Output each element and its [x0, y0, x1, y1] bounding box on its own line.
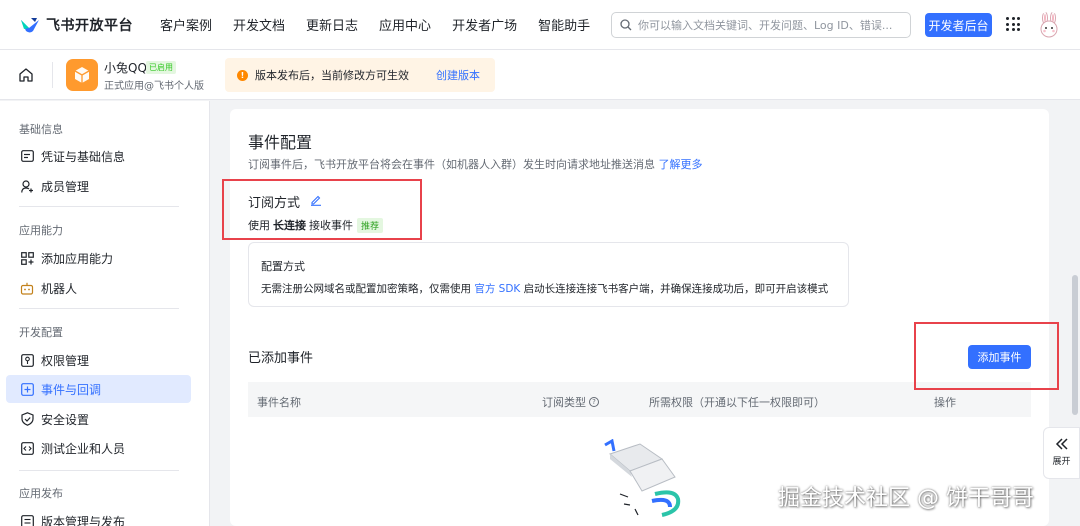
app-name: 小兔QQ — [104, 61, 147, 75]
nav-app-center[interactable]: 应用中心 — [379, 15, 431, 34]
col-subscribe-type: 订阅类型 ? — [542, 394, 599, 410]
app-grid-icon[interactable] — [1006, 17, 1020, 31]
sidebar: 基础信息 凭证与基础信息 成员管理 应用能力 添加应用能力 机器人 开发配置 权… — [0, 101, 210, 526]
event-icon — [20, 382, 34, 396]
warning-icon: ! — [237, 69, 248, 81]
added-events-title: 已添加事件 — [248, 351, 314, 366]
sidebar-item-label: 凭证与基础信息 — [41, 149, 126, 164]
divider — [19, 308, 179, 309]
divider — [19, 470, 179, 471]
help-icon[interactable]: ? — [589, 397, 599, 407]
brand-name: 飞书开放平台 — [46, 17, 133, 34]
page-description: 订阅事件后，飞书开放平台将会在事件（如机器人入群）发生时向请求地址推送消息 了解… — [248, 156, 703, 172]
nav-changelog[interactable]: 更新日志 — [306, 15, 358, 34]
sidebar-item-security[interactable]: 安全设置 — [6, 405, 191, 433]
expand-panel-button[interactable]: 展开 — [1043, 427, 1080, 479]
sidebar-item-label: 测试企业和人员 — [41, 441, 126, 456]
sidebar-item-label: 成员管理 — [41, 179, 90, 194]
user-avatar[interactable] — [1036, 12, 1062, 38]
sidebar-item-permissions[interactable]: 权限管理 — [6, 346, 191, 374]
sidebar-item-events-callbacks[interactable]: 事件与回调 — [6, 375, 191, 403]
learn-more-link[interactable]: 了解更多 — [659, 158, 703, 171]
app-icon — [66, 59, 98, 91]
search-input[interactable] — [638, 18, 898, 32]
home-icon[interactable] — [18, 67, 34, 83]
main-nav: 客户案例 开发文档 更新日志 应用中心 开发者广场 智能助手 — [160, 15, 611, 34]
highlight-box-add-event — [914, 322, 1059, 390]
create-version-link[interactable]: 创建版本 — [436, 67, 480, 83]
watermark: 掘金技术社区 @ 饼干哥哥 — [778, 486, 1034, 511]
col-actions: 操作 — [934, 396, 956, 409]
nav-dev-plaza[interactable]: 开发者广场 — [452, 15, 517, 34]
app-bar: 小兔QQ 已启用 正式应用@飞书个人版 ! 版本发布后，当前修改方可生效 创建版… — [0, 50, 1080, 100]
sidebar-item-test-org[interactable]: 测试企业和人员 — [6, 434, 191, 462]
sidebar-item-credentials[interactable]: 凭证与基础信息 — [6, 142, 191, 170]
official-sdk-link[interactable]: 官方 SDK — [474, 283, 520, 295]
permission-icon — [20, 353, 34, 367]
notice-text: 版本发布后，当前修改方可生效 — [255, 69, 409, 82]
page-title: 事件配置 — [248, 133, 313, 152]
shield-icon — [20, 412, 34, 426]
description-text: 订阅事件后，飞书开放平台将会在事件（如机器人入群）发生时向请求地址推送消息 — [248, 158, 655, 171]
double-chevron-left-icon — [1055, 438, 1068, 450]
sidebar-item-robot[interactable]: 机器人 — [6, 274, 191, 302]
search-box[interactable] — [611, 12, 911, 38]
divider — [52, 62, 53, 88]
nav-dev-docs[interactable]: 开发文档 — [233, 15, 285, 34]
sidebar-item-label: 版本管理与发布 — [41, 514, 126, 526]
config-card-description: 无需注册公网域名或配置加密策略，仅需使用 官方 SDK 启动长连接连接飞书客户端… — [261, 281, 828, 296]
app-subtitle: 正式应用@飞书个人版 — [104, 81, 204, 92]
divider — [19, 206, 179, 207]
sidebar-item-version-release[interactable]: 版本管理与发布 — [6, 507, 191, 526]
main-panel: 事件配置 订阅事件后，飞书开放平台将会在事件（如机器人入群）发生时向请求地址推送… — [230, 109, 1049, 526]
nav-customer-cases[interactable]: 客户案例 — [160, 15, 212, 34]
status-badge: 已启用 — [146, 61, 176, 74]
robot-icon — [20, 281, 34, 295]
version-icon — [20, 514, 34, 526]
section-dev-config: 开发配置 — [19, 326, 63, 339]
nav-ai-assistant[interactable]: 智能助手 — [538, 15, 590, 34]
sidebar-item-label: 添加应用能力 — [41, 251, 114, 266]
feishu-logo-icon — [21, 17, 39, 32]
id-card-icon — [20, 149, 34, 163]
top-navbar: 飞书开放平台 客户案例 开发文档 更新日志 应用中心 开发者广场 智能助手 开发… — [0, 0, 1080, 50]
scrollbar[interactable] — [1072, 275, 1078, 415]
section-app-release: 应用发布 — [19, 487, 63, 500]
col-subscribe-type-label: 订阅类型 — [542, 396, 586, 409]
release-notice: ! 版本发布后，当前修改方可生效 创建版本 — [225, 58, 495, 92]
config-desc-prefix: 无需注册公网域名或配置加密策略，仅需使用 — [261, 283, 471, 295]
config-card-title: 配置方式 — [261, 260, 305, 273]
sidebar-item-label: 机器人 — [41, 281, 78, 296]
sidebar-item-members[interactable]: 成员管理 — [6, 172, 191, 200]
config-method-card: 配置方式 无需注册公网域名或配置加密策略，仅需使用 官方 SDK 启动长连接连接… — [248, 242, 849, 307]
highlight-box-subscribe-method — [222, 179, 422, 240]
section-app-capabilities: 应用能力 — [19, 224, 63, 237]
sidebar-item-label: 权限管理 — [41, 353, 90, 368]
col-required-permission: 所需权限（开通以下任一权限即可） — [649, 396, 825, 409]
col-event-name: 事件名称 — [257, 396, 301, 409]
apps-add-icon — [20, 251, 34, 265]
sidebar-item-add-capability[interactable]: 添加应用能力 — [6, 244, 191, 272]
brand-logo[interactable]: 飞书开放平台 — [20, 15, 142, 35]
search-icon — [620, 19, 632, 31]
code-icon — [20, 441, 34, 455]
section-basic-info: 基础信息 — [19, 123, 63, 136]
box-icon — [74, 67, 90, 83]
config-desc-suffix: 启动长连接连接飞书客户端，并确保连接成功后，即可开启该模式 — [523, 283, 829, 295]
user-add-icon — [20, 179, 34, 193]
sidebar-item-label: 安全设置 — [41, 412, 90, 427]
expand-label: 展开 — [1052, 457, 1071, 467]
dev-console-button[interactable]: 开发者后台 — [925, 13, 992, 37]
empty-state-illustration — [604, 439, 681, 517]
sidebar-item-label: 事件与回调 — [41, 382, 102, 397]
